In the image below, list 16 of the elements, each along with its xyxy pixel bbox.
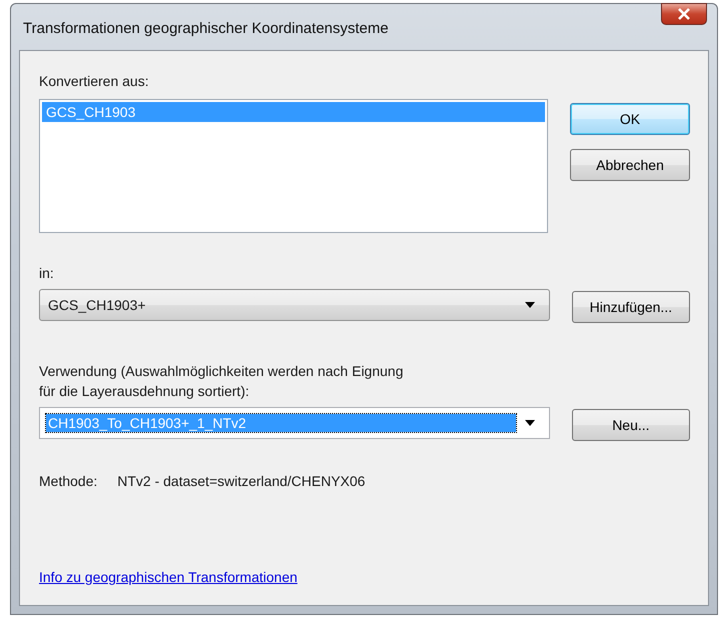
close-button[interactable] (661, 3, 707, 25)
usage-label: Verwendung (Auswahlmöglichkeiten werden nach Eignung für die Layerausdehnung sortiert): (39, 362, 404, 401)
dropdown-arrow-icon (524, 302, 535, 308)
dialog-button[interactable]: Abbrechen (570, 149, 690, 181)
method-label: Methode: (39, 473, 98, 489)
source-label: Konvertieren aus: (39, 72, 150, 91)
target-dropdown[interactable]: GCS_CH1903+ (39, 289, 550, 321)
dropdown-arrow-icon (524, 420, 535, 426)
new-button[interactable]: Neu... (572, 409, 690, 441)
dialog-button[interactable]: OK (570, 103, 690, 135)
window-title: Transformationen geographischer Koordinatensysteme (22, 20, 388, 36)
info-link[interactable]: Info zu geographischen Transformationen (39, 569, 298, 585)
close-icon (677, 8, 691, 20)
add-button[interactable]: Hinzufügen... (572, 291, 690, 323)
target-label: in: (39, 264, 55, 283)
method-value: NTv2 - dataset=switzerland/CHENYX06 (117, 473, 366, 489)
